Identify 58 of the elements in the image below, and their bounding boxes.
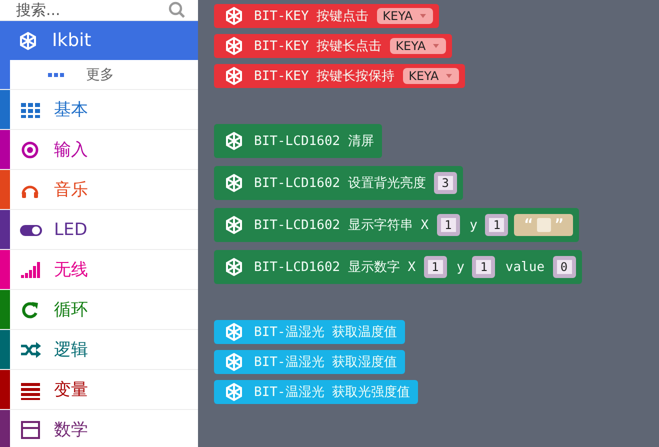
- block-label: BIT-LCD1602 显示字符串 X: [253, 217, 430, 234]
- extension-icon: [224, 215, 244, 235]
- code-block[interactable]: BIT-KEY 按键长按保持 KEYA: [214, 64, 465, 88]
- search-icon: [168, 1, 186, 19]
- block-label: BIT-KEY 按键长按保持: [253, 68, 396, 85]
- number-input[interactable]: 1: [424, 256, 447, 278]
- block-label: BIT-温湿光 获取湿度值: [253, 354, 398, 371]
- extension-icon: [224, 382, 244, 402]
- extension-icon: [224, 36, 244, 56]
- extension-icon: [224, 322, 244, 342]
- category-item[interactable]: 更多: [0, 60, 198, 90]
- block-label: BIT-温湿光 获取温度值: [253, 324, 398, 341]
- block-label: value: [504, 260, 546, 274]
- caret-icon: [432, 43, 440, 49]
- category-item[interactable]: Ikbit: [0, 21, 198, 60]
- block-label: BIT-LCD1602 清屏: [253, 133, 375, 150]
- signal-icon: [20, 260, 42, 280]
- code-block[interactable]: BIT-KEY 按键长点击 KEYA: [214, 34, 452, 58]
- number-input[interactable]: 0: [552, 256, 576, 278]
- number-input[interactable]: 1: [472, 256, 496, 278]
- extension-icon: [224, 173, 244, 193]
- block-label: BIT-LCD1602 设置背光亮度: [253, 175, 427, 192]
- extension-icon: [224, 66, 244, 86]
- number-input[interactable]: 1: [485, 214, 508, 236]
- caret-icon: [444, 73, 453, 79]
- code-block[interactable]: BIT-KEY 按键点击 KEYA: [214, 4, 439, 28]
- caret-icon: [418, 13, 427, 19]
- calculator-icon: [20, 420, 42, 440]
- category-item[interactable]: LED: [0, 210, 198, 250]
- shuffle-icon: [20, 340, 42, 360]
- block-label: y: [468, 218, 478, 232]
- category-item[interactable]: 逻辑: [0, 330, 198, 370]
- extension-icon: [224, 6, 244, 26]
- category-item[interactable]: 循环: [0, 290, 198, 330]
- dropdown-field[interactable]: KEYA: [390, 38, 446, 54]
- number-input[interactable]: 1: [436, 214, 460, 236]
- category-item[interactable]: 音乐: [0, 170, 198, 210]
- block-label: BIT-KEY 按键长点击: [253, 38, 383, 55]
- code-block[interactable]: BIT-LCD1602 设置背光亮度 3: [214, 166, 463, 200]
- extension-icon: [224, 257, 244, 277]
- category-item[interactable]: 输入: [0, 130, 198, 170]
- dropdown-field[interactable]: KEYA: [402, 68, 459, 84]
- block-label: BIT-温湿光 获取光强度值: [253, 384, 412, 401]
- number-input[interactable]: 3: [434, 172, 457, 194]
- extension-icon: [224, 131, 244, 151]
- block-label: y: [456, 260, 466, 274]
- block-label: BIT-KEY 按键点击: [253, 8, 370, 25]
- code-block[interactable]: BIT-LCD1602 显示数字 X 1 y 1 value 0: [214, 250, 582, 284]
- code-block[interactable]: BIT-LCD1602 清屏: [214, 124, 382, 158]
- category-item[interactable]: 变量: [0, 370, 198, 410]
- category-item[interactable]: 基本: [0, 90, 198, 130]
- code-block[interactable]: BIT-LCD1602 显示字符串 X 1 y 1 “ ”: [214, 208, 580, 242]
- extension-icon: [18, 30, 38, 50]
- block-label: BIT-LCD1602 显示数字 X: [253, 259, 417, 276]
- ellipsis-icon: [48, 72, 64, 78]
- category-item[interactable]: 无线: [0, 250, 198, 290]
- dropdown-field[interactable]: KEYA: [376, 8, 433, 24]
- extension-icon: [224, 352, 244, 372]
